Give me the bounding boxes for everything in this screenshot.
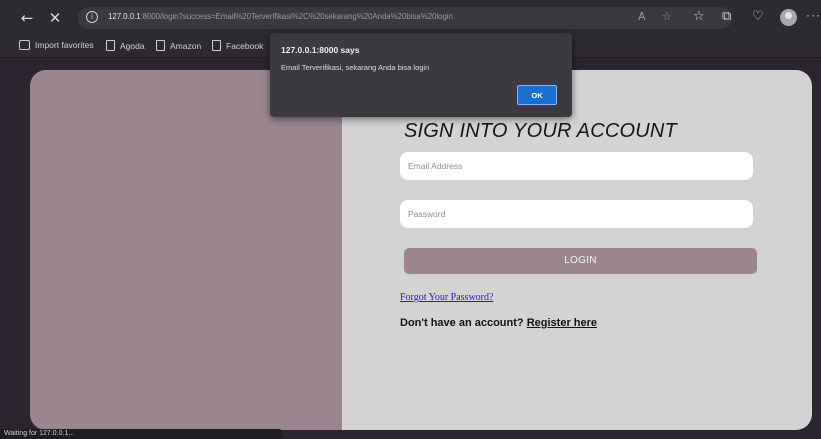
register-prompt: Don't have an account? Register here — [400, 317, 597, 329]
forgot-password-link[interactable]: Forgot Your Password? — [400, 292, 493, 303]
page-icon — [156, 40, 165, 51]
favorite-star-icon[interactable]: ☆ — [662, 10, 672, 23]
address-bar[interactable]: i 127.0.0.1:8000/login?success=Email%20T… — [78, 7, 732, 29]
read-aloud-icon[interactable]: A — [638, 10, 646, 23]
more-menu-icon[interactable]: ··· — [806, 8, 821, 22]
email-field[interactable] — [400, 152, 753, 180]
bookmark-label: Facebook — [226, 40, 264, 51]
bookmark-amazon[interactable]: Amazon — [156, 40, 201, 51]
register-prompt-text: Don't have an account? — [400, 317, 527, 329]
profile-avatar[interactable] — [780, 9, 797, 26]
browser-essentials-icon[interactable]: ♡ — [752, 9, 764, 25]
url-host: 127.0.0.1 — [108, 12, 141, 21]
bookmark-import-favorites[interactable]: Import favorites — [19, 40, 94, 50]
import-favorites-icon — [19, 40, 30, 50]
alert-dialog: 127.0.0.1:8000 says Email Terverifikasi,… — [270, 33, 572, 117]
stop-loading-icon[interactable]: ✕ — [46, 9, 64, 27]
bookmark-facebook[interactable]: Facebook — [212, 40, 263, 51]
dialog-title: 127.0.0.1:8000 says — [281, 45, 360, 55]
form-title: SIGN INTO YOUR ACCOUNT — [404, 120, 677, 142]
login-form-panel: SIGN INTO YOUR ACCOUNT LOGIN Forgot Your… — [342, 70, 812, 430]
login-button[interactable]: LOGIN — [404, 248, 757, 274]
bookmark-label: Amazon — [170, 40, 202, 51]
back-arrow-icon[interactable]: ← — [18, 9, 36, 27]
status-text: Waiting for 127.0.0.1... — [4, 430, 75, 437]
url-path: :8000/login?success=Email%20Terverifikas… — [140, 12, 453, 21]
url-text[interactable]: 127.0.0.1:8000/login?success=Email%20Ter… — [108, 12, 453, 21]
page-icon — [212, 40, 221, 51]
register-link[interactable]: Register here — [527, 317, 597, 329]
page-icon — [106, 40, 115, 51]
decorative-side-panel — [30, 70, 342, 430]
password-field[interactable] — [400, 200, 753, 228]
dialog-ok-button[interactable]: OK — [517, 85, 557, 105]
status-bar: Waiting for 127.0.0.1... — [0, 429, 282, 439]
collections-icon[interactable]: ⧉ — [722, 9, 731, 25]
bookmark-agoda[interactable]: Agoda — [106, 40, 145, 51]
browser-toolbar: ← ✕ i 127.0.0.1:8000/login?success=Email… — [0, 0, 821, 34]
favorites-bar-icon[interactable]: ☆ — [693, 9, 705, 25]
site-info-icon[interactable]: i — [86, 11, 98, 23]
login-card: SIGN INTO YOUR ACCOUNT LOGIN Forgot Your… — [30, 70, 812, 430]
dialog-message: Email Terverifikasi, sekarang Anda bisa … — [281, 63, 430, 72]
bookmark-label: Import favorites — [35, 40, 94, 50]
bookmark-label: Agoda — [120, 40, 145, 51]
